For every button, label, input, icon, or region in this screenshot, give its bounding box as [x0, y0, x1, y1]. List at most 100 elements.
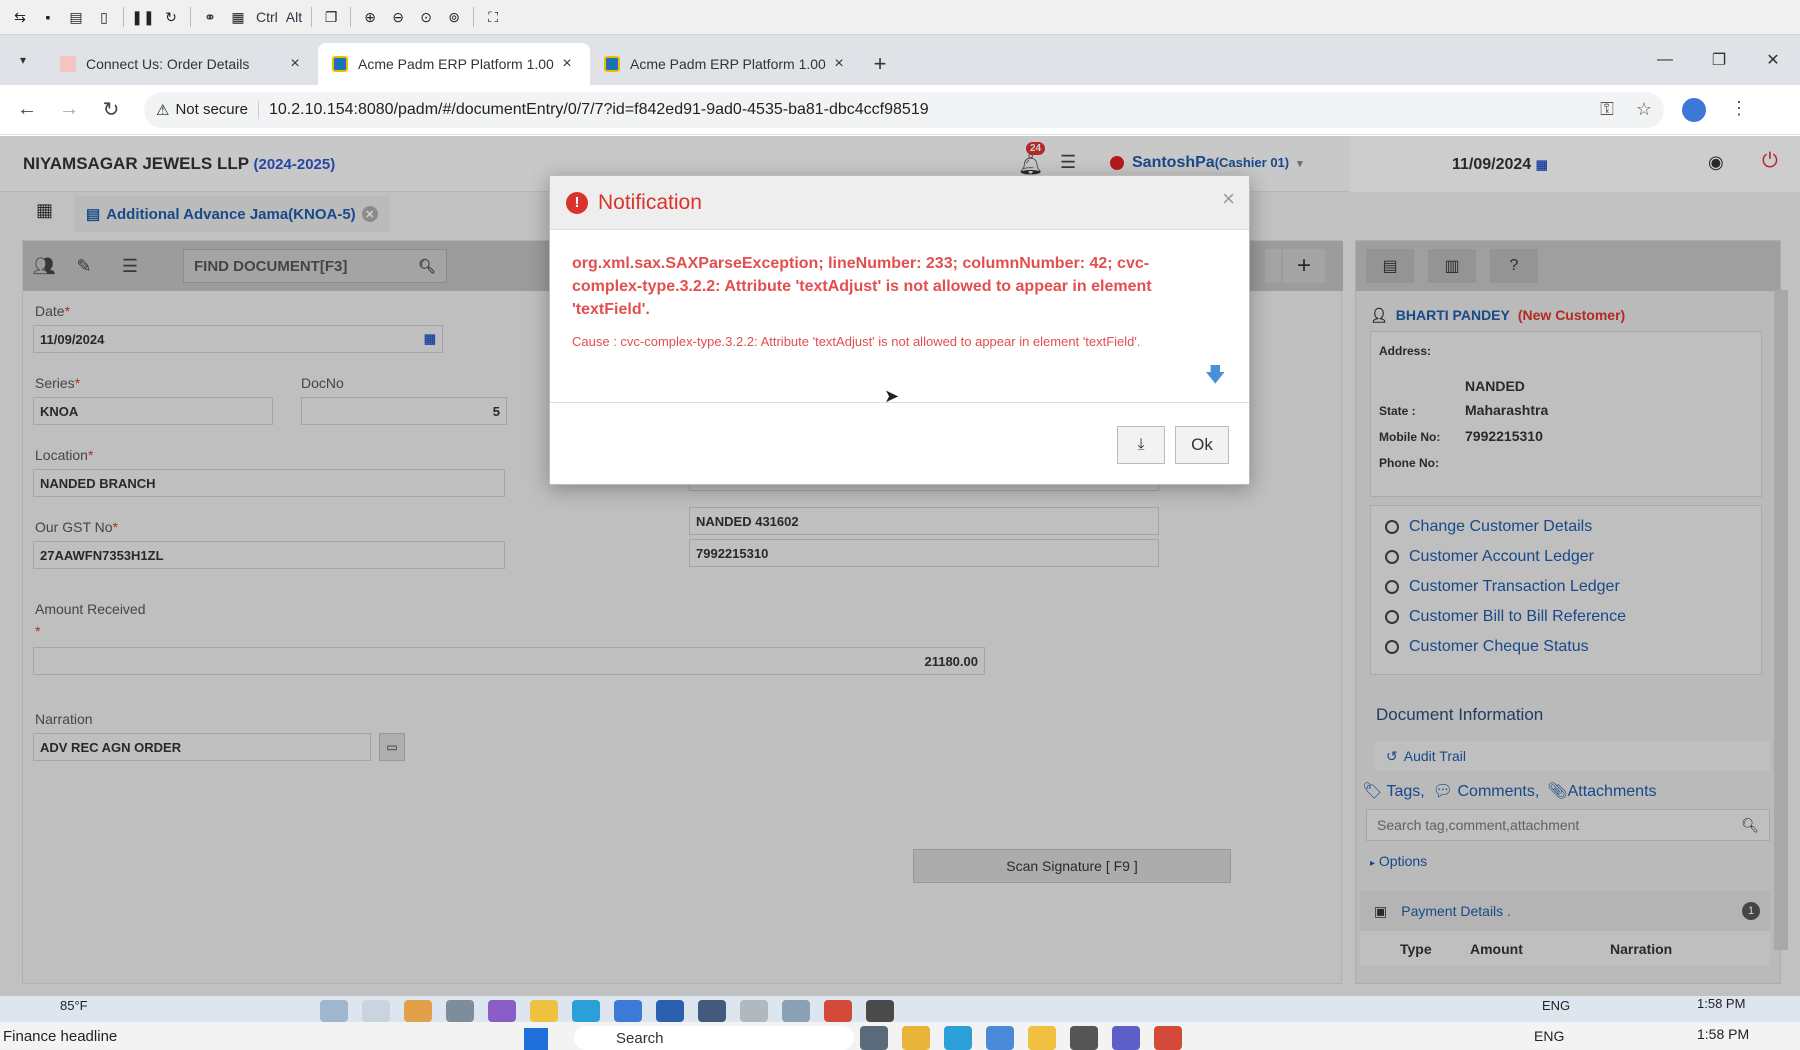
language-indicator[interactable]: ENG [1534, 1028, 1564, 1044]
reload-icon[interactable]: ↻ [90, 97, 132, 122]
app-icon[interactable] [1154, 1026, 1182, 1050]
toolbar-divider [190, 7, 191, 27]
omnibox-actions: ⚿ ☆ [1600, 99, 1652, 120]
tab-title: Acme Padm ERP Platform 1.00 [358, 56, 554, 72]
toolbar-divider [350, 7, 352, 27]
tab-search-dropdown[interactable]: ▾ [0, 35, 46, 85]
edge-icon[interactable] [944, 1026, 972, 1050]
ok-button[interactable]: Ok [1175, 426, 1229, 464]
zoom-actual-icon[interactable]: ⊚ [442, 5, 466, 29]
local-taskbar-apps [860, 1026, 1182, 1050]
fullscreen-icon[interactable]: ⛶ [481, 5, 505, 29]
bookmark-star-icon[interactable]: ☆ [1636, 99, 1652, 120]
folder-icon[interactable] [1028, 1026, 1056, 1050]
profile-avatar[interactable] [1682, 97, 1706, 122]
expand-down-arrow-icon[interactable]: 🡇 [1205, 360, 1226, 394]
refresh-icon[interactable]: ↻ [159, 5, 183, 29]
error-message: org.xml.sax.SAXParseException; lineNumbe… [572, 255, 1152, 318]
chevron-down-icon: ▾ [19, 53, 27, 67]
favicon-icon [604, 56, 620, 72]
app-icon[interactable] [488, 1000, 516, 1022]
ctrl-key-button[interactable]: Ctrl [254, 5, 280, 29]
error-cause: Cause : cvc-complex-type.3.2.2: Attribut… [572, 334, 1141, 349]
close-tab-icon[interactable]: × [558, 55, 576, 73]
app-icon[interactable] [362, 1000, 390, 1022]
forward-icon[interactable]: → [48, 98, 90, 121]
pause-icon[interactable]: ❚❚ [131, 5, 155, 29]
save-icon[interactable]: ▪ [36, 5, 60, 29]
close-tab-icon[interactable]: × [286, 55, 304, 73]
toolbar-divider [311, 7, 313, 27]
app-icon[interactable] [1070, 1026, 1098, 1050]
chrome-icon[interactable] [902, 1026, 930, 1050]
remote-toolbar: ⇆ ▪ ▤ ▯ ❚❚ ↻ ⚭ ▦ Ctrl Alt ❐ ⊕ ⊖ ⊙ ⊚ ⛶ [0, 0, 1800, 35]
app-icon[interactable] [656, 1000, 684, 1022]
dialog-header: ! Notification [550, 176, 1249, 230]
app-icon[interactable] [446, 1000, 474, 1022]
dialog-title: Notification [598, 190, 702, 214]
app-icon[interactable] [824, 1000, 852, 1022]
url-text[interactable]: 10.2.10.154:8080/padm/#/documentEntry/0/… [269, 101, 929, 119]
app-icon[interactable] [572, 1000, 600, 1022]
app-icon[interactable] [530, 1000, 558, 1022]
file-icon[interactable]: ▯ [92, 5, 116, 29]
weather-temp: 85°F [60, 998, 88, 1013]
url-bar[interactable]: ⚠ Not secure 10.2.10.154:8080/padm/#/docu… [144, 91, 1664, 128]
transfer-icon[interactable]: ⇆ [8, 5, 32, 29]
browser-tab-active[interactable]: Acme Padm ERP Platform 1.00 × [318, 43, 590, 85]
app-icon[interactable] [866, 1000, 894, 1022]
app-icon[interactable] [614, 1000, 642, 1022]
window-controls: — ❐ ✕ [1638, 35, 1800, 85]
favicon-icon [60, 56, 76, 72]
menu-kebab-icon[interactable]: ⋮ [1730, 98, 1748, 122]
zoom-out-icon[interactable]: ⊖ [386, 5, 410, 29]
clock[interactable]: 1:58 PM [1697, 1026, 1749, 1042]
download-icon: ⤓ [1137, 436, 1145, 453]
toolbar-divider [123, 7, 124, 27]
close-window-icon[interactable]: ✕ [1746, 50, 1800, 70]
close-icon[interactable]: × [1222, 186, 1235, 212]
close-tab-icon[interactable]: × [830, 55, 848, 73]
browser-tab[interactable]: Connect Us: Order Details × [46, 43, 318, 85]
minimize-icon[interactable]: — [1638, 51, 1692, 69]
dialog-divider [550, 402, 1249, 403]
clock[interactable]: 1:58 PM [1697, 996, 1745, 1011]
tab-title: Acme Padm ERP Platform 1.00 [630, 56, 826, 72]
app-icon[interactable] [698, 1000, 726, 1022]
browser-tab[interactable]: Acme Padm ERP Platform 1.00 × [590, 43, 862, 85]
notification-dialog: ! Notification × org.xml.sax.SAXParseExc… [549, 175, 1250, 485]
browser-actions: ⋮ [1682, 97, 1748, 122]
toolbar-divider [473, 7, 475, 27]
not-secure-label: Not secure [175, 101, 248, 118]
mouse-cursor-icon: ➤ [884, 386, 900, 406]
taskbar-search[interactable]: Search [574, 1026, 854, 1050]
error-icon: ! [566, 191, 588, 214]
news-widget[interactable]: Finance headline [3, 1028, 117, 1045]
app-icon[interactable] [320, 1000, 348, 1022]
language-indicator[interactable]: ENG [1542, 998, 1570, 1013]
key-icon[interactable]: ⚿ [1600, 99, 1614, 120]
copy-icon[interactable]: ❐ [319, 5, 343, 29]
restore-icon[interactable]: ❐ [1692, 50, 1746, 70]
download-button[interactable]: ⤓ [1117, 426, 1165, 464]
link-icon[interactable]: ⚭ [198, 5, 222, 29]
clipboard-icon[interactable]: ▤ [64, 5, 88, 29]
windows-start-icon[interactable] [524, 1028, 548, 1050]
app-icon[interactable] [404, 1000, 432, 1022]
app-icon[interactable] [740, 1000, 768, 1022]
browser-tab-bar: ▾ Connect Us: Order Details × Acme Padm … [0, 35, 1800, 85]
zoom-fit-icon[interactable]: ⊙ [414, 5, 438, 29]
zoom-in-icon[interactable]: ⊕ [358, 5, 382, 29]
app-icon[interactable] [860, 1026, 888, 1050]
local-taskbar: Finance headline Search ENG 1:58 PM [0, 1022, 1800, 1050]
keyboard-icon[interactable]: ▦ [226, 5, 250, 29]
app-icon[interactable] [986, 1026, 1014, 1050]
warning-icon: ⚠ [156, 101, 170, 119]
security-indicator[interactable]: ⚠ Not secure [156, 100, 259, 119]
back-icon[interactable]: ← [6, 98, 48, 121]
app-icon[interactable] [782, 1000, 810, 1022]
teams-icon[interactable] [1112, 1026, 1140, 1050]
favicon-icon [332, 56, 348, 72]
alt-key-button[interactable]: Alt [284, 5, 304, 29]
new-tab-button[interactable]: + [862, 43, 898, 85]
